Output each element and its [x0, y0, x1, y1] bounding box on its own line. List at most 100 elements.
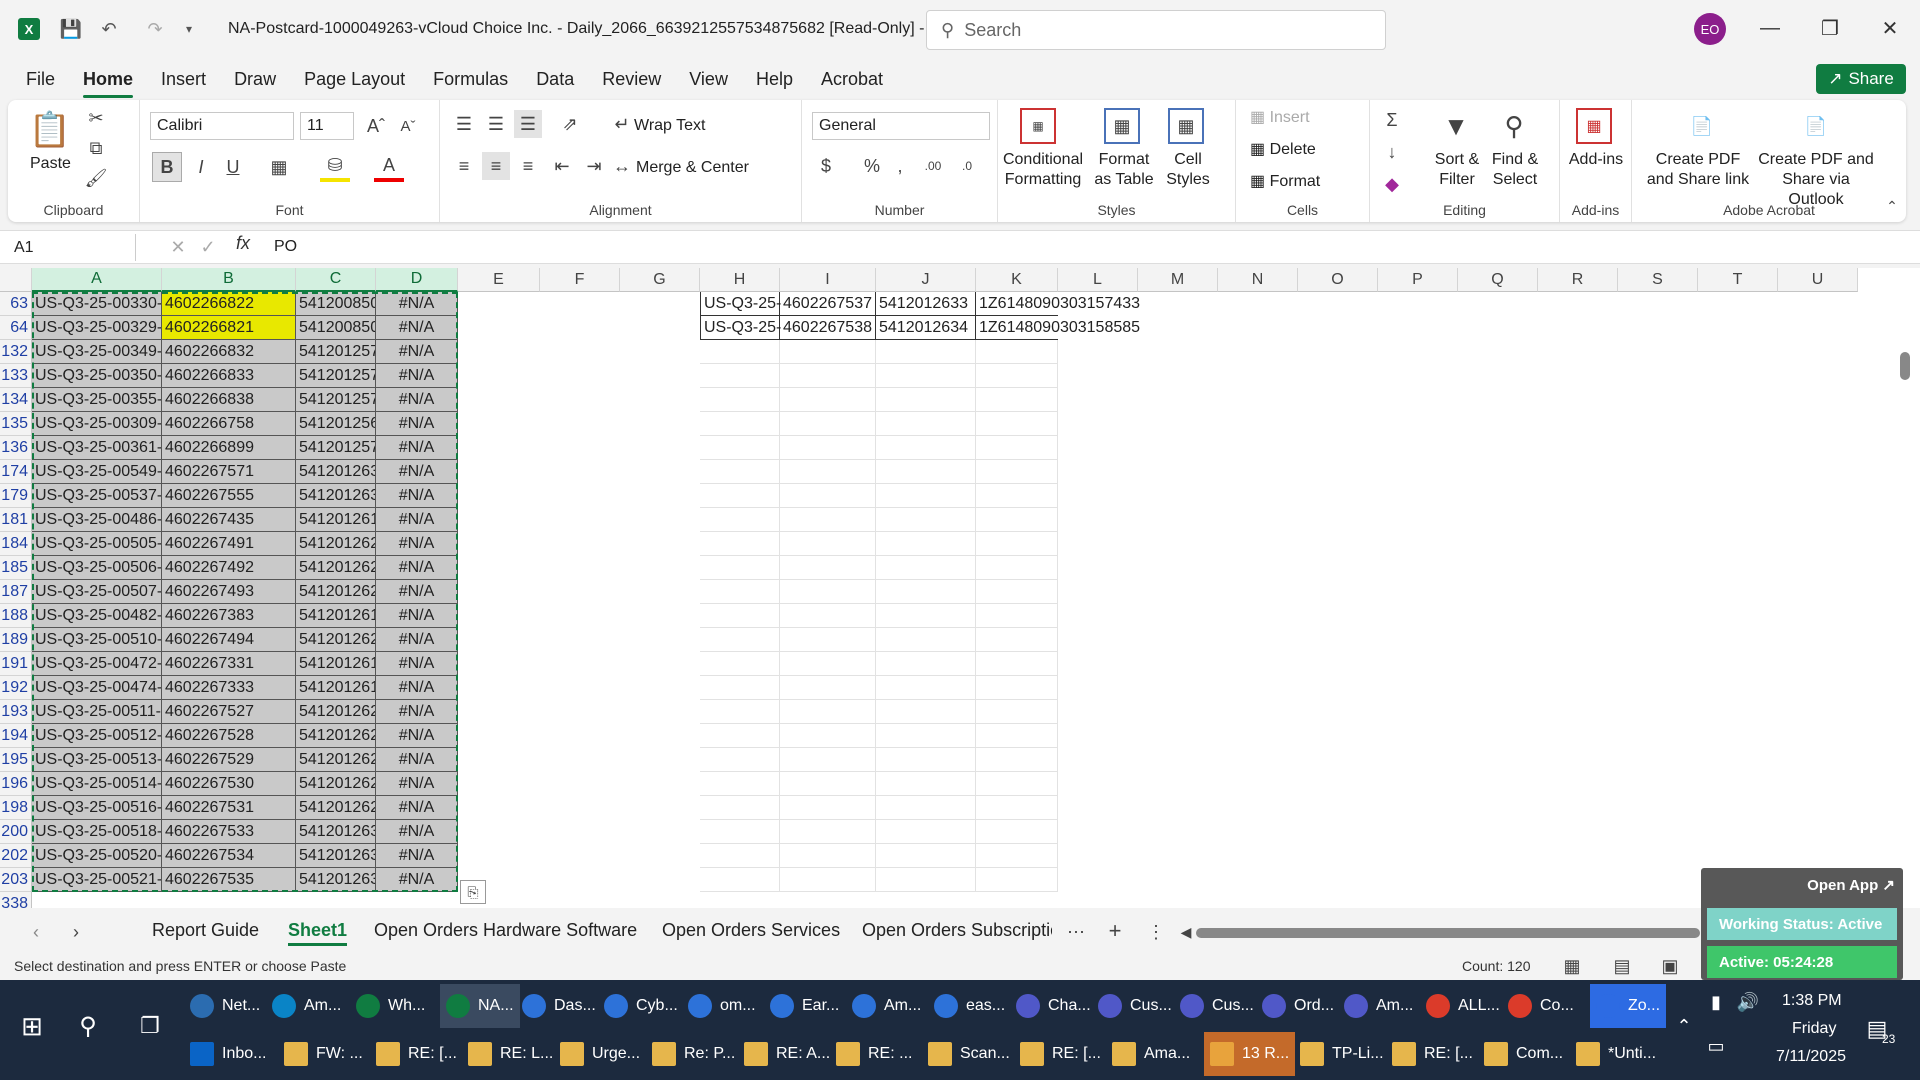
taskbar-window-2[interactable]: RE: [...: [376, 1032, 457, 1076]
cell-a-181[interactable]: US-Q3-25-00486-P: [32, 508, 162, 532]
column-header-h[interactable]: H: [700, 268, 780, 292]
cell-k-132[interactable]: [976, 340, 1058, 364]
cell-d-192[interactable]: #N/A: [376, 676, 458, 700]
cell-h-134[interactable]: [700, 388, 780, 412]
column-header-r[interactable]: R: [1538, 268, 1618, 292]
find-select-button[interactable]: Find & Select: [1490, 150, 1540, 190]
column-header-t[interactable]: T: [1698, 268, 1778, 292]
open-app-link[interactable]: Open App ↗: [1807, 876, 1895, 894]
cell-c-135[interactable]: 541201256: [296, 412, 376, 436]
cell-b-194[interactable]: 4602267528: [162, 724, 296, 748]
tray-expand-icon[interactable]: ⌃: [1672, 1014, 1696, 1038]
cell-d-135[interactable]: #N/A: [376, 412, 458, 436]
cell-b-185[interactable]: 4602267492: [162, 556, 296, 580]
row-header[interactable]: 196: [0, 772, 32, 796]
create-pdf-outlook-button[interactable]: Create PDF and Share via Outlook: [1758, 150, 1874, 210]
cell-d-188[interactable]: #N/A: [376, 604, 458, 628]
taskbar-app-3[interactable]: NA...: [440, 984, 520, 1028]
row-header[interactable]: 181: [0, 508, 32, 532]
cell-h-135[interactable]: [700, 412, 780, 436]
addins-icon[interactable]: ▦: [1576, 108, 1612, 144]
cell-a-195[interactable]: US-Q3-25-00513-P: [32, 748, 162, 772]
cell-j-193[interactable]: [876, 700, 976, 724]
font-size-select[interactable]: 11: [300, 112, 354, 140]
cell-j-195[interactable]: [876, 748, 976, 772]
wrap-text-icon[interactable]: ↵: [612, 112, 632, 136]
cell-d-181[interactable]: #N/A: [376, 508, 458, 532]
cell-a-193[interactable]: US-Q3-25-00511-P: [32, 700, 162, 724]
cell-i-203[interactable]: [780, 868, 876, 892]
cell-h-192[interactable]: [700, 676, 780, 700]
avatar[interactable]: EO: [1694, 13, 1726, 45]
cell-a-63[interactable]: US-Q3-25-00330-P: [32, 292, 162, 316]
number-format-select[interactable]: General: [812, 112, 990, 140]
network-icon[interactable]: ▭: [1704, 1034, 1728, 1058]
horizontal-scrollbar[interactable]: [1196, 928, 1700, 938]
cell-k-185[interactable]: [976, 556, 1058, 580]
cell-k-192[interactable]: [976, 676, 1058, 700]
cell-j-136[interactable]: [876, 436, 976, 460]
cell-d-202[interactable]: #N/A: [376, 844, 458, 868]
taskbar-window-1[interactable]: FW: ...: [284, 1032, 363, 1076]
cell-d-195[interactable]: #N/A: [376, 748, 458, 772]
cell-c-200[interactable]: 541201263: [296, 820, 376, 844]
cell-d-185[interactable]: #N/A: [376, 556, 458, 580]
taskbar-window-4[interactable]: Urge...: [560, 1032, 640, 1076]
taskbar-window-8[interactable]: Scan...: [928, 1032, 1010, 1076]
cell-i-194[interactable]: [780, 724, 876, 748]
taskbar-window-0[interactable]: Inbo...: [190, 1032, 266, 1076]
close-icon[interactable]: ✕: [1870, 10, 1910, 46]
cell-j-191[interactable]: [876, 652, 976, 676]
undo-icon[interactable]: ↶: [96, 16, 122, 42]
cell-i-63[interactable]: 4602267537: [780, 292, 876, 316]
row-header[interactable]: 185: [0, 556, 32, 580]
share-button[interactable]: ↗ Share: [1816, 64, 1906, 94]
cell-k-198[interactable]: [976, 796, 1058, 820]
cancel-icon[interactable]: ✕: [166, 235, 190, 259]
column-header-s[interactable]: S: [1618, 268, 1698, 292]
cell-k-184[interactable]: [976, 532, 1058, 556]
cell-j-203[interactable]: [876, 868, 976, 892]
cell-h-133[interactable]: [700, 364, 780, 388]
column-header-l[interactable]: L: [1058, 268, 1138, 292]
cell-b-189[interactable]: 4602267494: [162, 628, 296, 652]
cell-h-203[interactable]: [700, 868, 780, 892]
enter-icon[interactable]: ✓: [196, 235, 220, 259]
taskbar-window-12[interactable]: TP-Li...: [1300, 1032, 1384, 1076]
cell-c-185[interactable]: 541201262: [296, 556, 376, 580]
column-header-i[interactable]: I: [780, 268, 876, 292]
cell-d-200[interactable]: #N/A: [376, 820, 458, 844]
cell-d-134[interactable]: #N/A: [376, 388, 458, 412]
cell-i-184[interactable]: [780, 532, 876, 556]
column-header-q[interactable]: Q: [1458, 268, 1538, 292]
cell-d-196[interactable]: #N/A: [376, 772, 458, 796]
cell-c-64[interactable]: 541200850: [296, 316, 376, 340]
vertical-scrollbar[interactable]: [1900, 352, 1910, 380]
taskbar-app-0[interactable]: Net...: [190, 984, 260, 1028]
taskbar-app-12[interactable]: Cus...: [1180, 984, 1254, 1028]
column-header-a[interactable]: A: [32, 268, 162, 292]
cell-h-202[interactable]: [700, 844, 780, 868]
cell-j-187[interactable]: [876, 580, 976, 604]
paste-options-icon[interactable]: ⎘: [460, 880, 486, 904]
tab-draw[interactable]: Draw: [234, 58, 276, 100]
save-icon[interactable]: 💾: [58, 16, 84, 42]
cell-i-179[interactable]: [780, 484, 876, 508]
row-header[interactable]: 195: [0, 748, 32, 772]
page-break-view-icon[interactable]: ▣: [1658, 954, 1682, 978]
sort-filter-icon[interactable]: ▼: [1438, 108, 1474, 144]
cell-k-174[interactable]: [976, 460, 1058, 484]
create-pdf-outlook-icon[interactable]: 📄: [1798, 108, 1834, 144]
next-sheet-icon[interactable]: ›: [64, 920, 88, 944]
taskbar-app-16[interactable]: Co...: [1508, 984, 1574, 1028]
taskbar-window-3[interactable]: RE: L...: [468, 1032, 553, 1076]
volume-icon[interactable]: 🔊: [1736, 990, 1760, 1014]
tab-open-orders-services[interactable]: Open Orders Services: [662, 920, 840, 941]
column-header-p[interactable]: P: [1378, 268, 1458, 292]
column-header-j[interactable]: J: [876, 268, 976, 292]
cell-b-195[interactable]: 4602267529: [162, 748, 296, 772]
taskbar-app-4[interactable]: Das...: [522, 984, 596, 1028]
customize-qat-icon[interactable]: ▾: [176, 16, 202, 42]
font-color-icon[interactable]: A: [374, 152, 404, 182]
increase-font-icon[interactable]: Aˆ: [362, 112, 390, 140]
